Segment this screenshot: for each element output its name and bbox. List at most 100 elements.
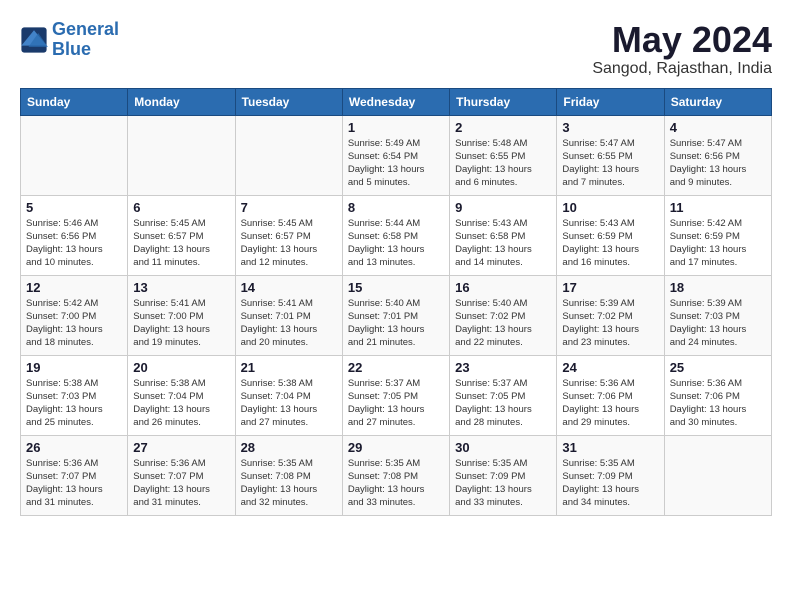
month-year: May 2024 [592, 20, 772, 60]
day-info: Sunrise: 5:38 AM Sunset: 7:03 PM Dayligh… [26, 377, 122, 430]
day-number: 18 [670, 280, 766, 295]
day-cell: 30 Sunrise: 5:35 AM Sunset: 7:09 PM Dayli… [450, 435, 557, 515]
header-row: SundayMondayTuesdayWednesdayThursdayFrid… [21, 88, 772, 115]
col-header-thursday: Thursday [450, 88, 557, 115]
day-cell: 12 Sunrise: 5:42 AM Sunset: 7:00 PM Dayli… [21, 275, 128, 355]
day-number: 29 [348, 440, 444, 455]
col-header-monday: Monday [128, 88, 235, 115]
logo: General Blue [20, 20, 119, 60]
day-info: Sunrise: 5:36 AM Sunset: 7:07 PM Dayligh… [26, 457, 122, 510]
day-number: 16 [455, 280, 551, 295]
day-cell: 10 Sunrise: 5:43 AM Sunset: 6:59 PM Dayli… [557, 195, 664, 275]
col-header-sunday: Sunday [21, 88, 128, 115]
logo-line1: General [52, 19, 119, 39]
week-row-4: 19 Sunrise: 5:38 AM Sunset: 7:03 PM Dayli… [21, 355, 772, 435]
day-number: 28 [241, 440, 337, 455]
day-info: Sunrise: 5:35 AM Sunset: 7:08 PM Dayligh… [348, 457, 444, 510]
day-info: Sunrise: 5:42 AM Sunset: 7:00 PM Dayligh… [26, 297, 122, 350]
day-cell: 13 Sunrise: 5:41 AM Sunset: 7:00 PM Dayli… [128, 275, 235, 355]
col-header-saturday: Saturday [664, 88, 771, 115]
day-number: 14 [241, 280, 337, 295]
day-info: Sunrise: 5:47 AM Sunset: 6:55 PM Dayligh… [562, 137, 658, 190]
day-number: 31 [562, 440, 658, 455]
day-number: 22 [348, 360, 444, 375]
day-cell: 25 Sunrise: 5:36 AM Sunset: 7:06 PM Dayli… [664, 355, 771, 435]
day-info: Sunrise: 5:36 AM Sunset: 7:07 PM Dayligh… [133, 457, 229, 510]
day-info: Sunrise: 5:45 AM Sunset: 6:57 PM Dayligh… [241, 217, 337, 270]
day-info: Sunrise: 5:37 AM Sunset: 7:05 PM Dayligh… [348, 377, 444, 430]
day-info: Sunrise: 5:35 AM Sunset: 7:09 PM Dayligh… [455, 457, 551, 510]
day-number: 8 [348, 200, 444, 215]
day-number: 23 [455, 360, 551, 375]
logo-line2: Blue [52, 39, 91, 59]
day-cell: 20Sunrise: 5:38 AM Sunset: 7:04 PM Dayli… [128, 355, 235, 435]
day-info: Sunrise: 5:35 AM Sunset: 7:09 PM Dayligh… [562, 457, 658, 510]
day-cell: 1 Sunrise: 5:49 AM Sunset: 6:54 PM Daylig… [342, 115, 449, 195]
day-info: Sunrise: 5:36 AM Sunset: 7:06 PM Dayligh… [562, 377, 658, 430]
day-info: Sunrise: 5:40 AM Sunset: 7:02 PM Dayligh… [455, 297, 551, 350]
day-cell: 23 Sunrise: 5:37 AM Sunset: 7:05 PM Dayli… [450, 355, 557, 435]
day-info: Sunrise: 5:49 AM Sunset: 6:54 PM Dayligh… [348, 137, 444, 190]
day-number: 4 [670, 120, 766, 135]
calendar-table: SundayMondayTuesdayWednesdayThursdayFrid… [20, 88, 772, 516]
day-cell: 6Sunrise: 5:45 AM Sunset: 6:57 PM Daylig… [128, 195, 235, 275]
day-cell [128, 115, 235, 195]
day-info: Sunrise: 5:46 AM Sunset: 6:56 PM Dayligh… [26, 217, 122, 270]
week-row-1: 1 Sunrise: 5:49 AM Sunset: 6:54 PM Daylig… [21, 115, 772, 195]
day-cell: 16 Sunrise: 5:40 AM Sunset: 7:02 PM Dayli… [450, 275, 557, 355]
day-number: 10 [562, 200, 658, 215]
day-cell: 4Sunrise: 5:47 AM Sunset: 6:56 PM Daylig… [664, 115, 771, 195]
day-cell: 26Sunrise: 5:36 AM Sunset: 7:07 PM Dayli… [21, 435, 128, 515]
day-cell [664, 435, 771, 515]
day-number: 17 [562, 280, 658, 295]
day-cell: 19 Sunrise: 5:38 AM Sunset: 7:03 PM Dayli… [21, 355, 128, 435]
day-info: Sunrise: 5:43 AM Sunset: 6:59 PM Dayligh… [562, 217, 658, 270]
week-row-5: 26Sunrise: 5:36 AM Sunset: 7:07 PM Dayli… [21, 435, 772, 515]
day-number: 27 [133, 440, 229, 455]
day-cell [21, 115, 128, 195]
day-number: 7 [241, 200, 337, 215]
day-info: Sunrise: 5:37 AM Sunset: 7:05 PM Dayligh… [455, 377, 551, 430]
day-info: Sunrise: 5:43 AM Sunset: 6:58 PM Dayligh… [455, 217, 551, 270]
day-number: 12 [26, 280, 122, 295]
page-header: General Blue May 2024 Sangod, Rajasthan,… [20, 20, 772, 78]
day-cell: 15Sunrise: 5:40 AM Sunset: 7:01 PM Dayli… [342, 275, 449, 355]
day-cell: 24 Sunrise: 5:36 AM Sunset: 7:06 PM Dayli… [557, 355, 664, 435]
day-cell: 14 Sunrise: 5:41 AM Sunset: 7:01 PM Dayli… [235, 275, 342, 355]
day-number: 30 [455, 440, 551, 455]
day-cell: 28Sunrise: 5:35 AM Sunset: 7:08 PM Dayli… [235, 435, 342, 515]
day-cell: 3Sunrise: 5:47 AM Sunset: 6:55 PM Daylig… [557, 115, 664, 195]
day-cell: 21 Sunrise: 5:38 AM Sunset: 7:04 PM Dayli… [235, 355, 342, 435]
day-info: Sunrise: 5:40 AM Sunset: 7:01 PM Dayligh… [348, 297, 444, 350]
day-number: 19 [26, 360, 122, 375]
week-row-3: 12 Sunrise: 5:42 AM Sunset: 7:00 PM Dayli… [21, 275, 772, 355]
day-cell: 11Sunrise: 5:42 AM Sunset: 6:59 PM Dayli… [664, 195, 771, 275]
day-cell: 31 Sunrise: 5:35 AM Sunset: 7:09 PM Dayli… [557, 435, 664, 515]
day-cell [235, 115, 342, 195]
day-cell: 29 Sunrise: 5:35 AM Sunset: 7:08 PM Dayli… [342, 435, 449, 515]
col-header-tuesday: Tuesday [235, 88, 342, 115]
day-info: Sunrise: 5:36 AM Sunset: 7:06 PM Dayligh… [670, 377, 766, 430]
day-number: 6 [133, 200, 229, 215]
day-cell: 9 Sunrise: 5:43 AM Sunset: 6:58 PM Daylig… [450, 195, 557, 275]
day-info: Sunrise: 5:39 AM Sunset: 7:03 PM Dayligh… [670, 297, 766, 350]
day-number: 1 [348, 120, 444, 135]
day-cell: 18 Sunrise: 5:39 AM Sunset: 7:03 PM Dayli… [664, 275, 771, 355]
day-number: 9 [455, 200, 551, 215]
day-cell: 5Sunrise: 5:46 AM Sunset: 6:56 PM Daylig… [21, 195, 128, 275]
day-number: 21 [241, 360, 337, 375]
col-header-friday: Friday [557, 88, 664, 115]
day-info: Sunrise: 5:38 AM Sunset: 7:04 PM Dayligh… [241, 377, 337, 430]
day-cell: 17Sunrise: 5:39 AM Sunset: 7:02 PM Dayli… [557, 275, 664, 355]
day-number: 2 [455, 120, 551, 135]
day-number: 24 [562, 360, 658, 375]
day-number: 13 [133, 280, 229, 295]
day-info: Sunrise: 5:41 AM Sunset: 7:01 PM Dayligh… [241, 297, 337, 350]
day-info: Sunrise: 5:48 AM Sunset: 6:55 PM Dayligh… [455, 137, 551, 190]
day-cell: 8Sunrise: 5:44 AM Sunset: 6:58 PM Daylig… [342, 195, 449, 275]
day-cell: 22 Sunrise: 5:37 AM Sunset: 7:05 PM Dayli… [342, 355, 449, 435]
logo-icon [20, 26, 48, 54]
day-number: 25 [670, 360, 766, 375]
day-info: Sunrise: 5:41 AM Sunset: 7:00 PM Dayligh… [133, 297, 229, 350]
day-number: 20 [133, 360, 229, 375]
